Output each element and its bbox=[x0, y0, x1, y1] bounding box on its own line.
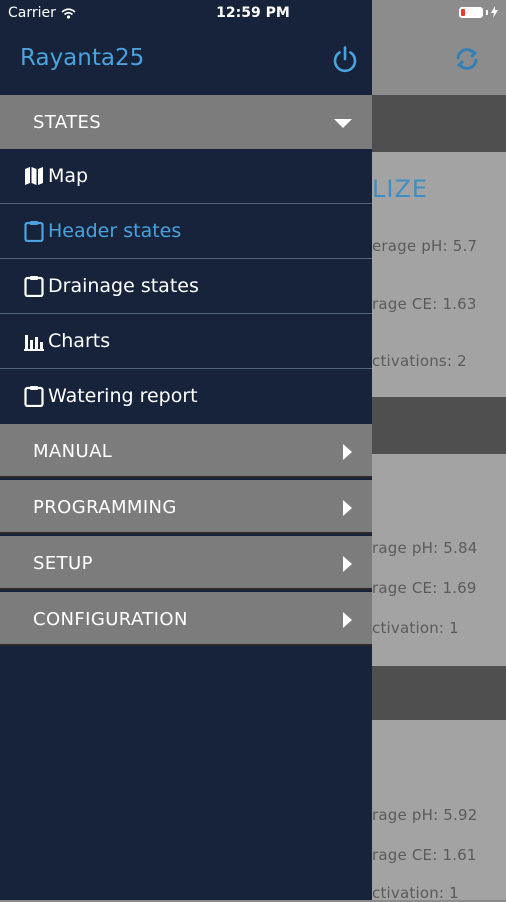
menu-item-header-states[interactable]: Header states bbox=[0, 204, 372, 259]
clipboard-icon bbox=[24, 276, 44, 297]
menu-item-map[interactable]: Map bbox=[0, 149, 372, 204]
menu-item-label: Watering report bbox=[48, 385, 198, 407]
section-configuration[interactable]: CONFIGURATION bbox=[0, 592, 372, 646]
section-band bbox=[372, 397, 506, 454]
section-label: STATES bbox=[33, 112, 102, 133]
charging-bolt-icon bbox=[491, 6, 498, 18]
section-band bbox=[372, 666, 506, 720]
chevron-right-icon bbox=[343, 500, 352, 516]
card-title: LIZE bbox=[372, 175, 429, 203]
section-label: PROGRAMMING bbox=[33, 497, 177, 518]
average-ph-text: erage pH: 5.7 bbox=[372, 237, 478, 255]
chevron-right-icon bbox=[343, 556, 352, 572]
section-label: MANUAL bbox=[33, 441, 113, 462]
clipboard-icon bbox=[24, 221, 44, 242]
menu-item-label: Charts bbox=[48, 330, 111, 352]
menu-item-charts[interactable]: Charts bbox=[0, 314, 372, 369]
menu-item-drainage-states[interactable]: Drainage states bbox=[0, 259, 372, 314]
menu-item-label: Map bbox=[48, 165, 89, 187]
menu-item-watering-report[interactable]: Watering report bbox=[0, 369, 372, 424]
section-setup[interactable]: SETUP bbox=[0, 536, 372, 590]
average-ce-text: rage CE: 1.61 bbox=[372, 846, 477, 864]
clipboard-icon bbox=[24, 386, 44, 407]
power-icon[interactable] bbox=[330, 44, 360, 74]
navigation-drawer: Rayanta25 STATES Map Header states Drain… bbox=[0, 0, 372, 900]
section-label: SETUP bbox=[33, 553, 93, 574]
activations-text: ctivation: 1 bbox=[372, 884, 459, 902]
refresh-icon[interactable] bbox=[452, 44, 482, 74]
status-bar: Carrier 12:59 PM bbox=[0, 0, 506, 28]
section-band bbox=[372, 95, 506, 152]
menu-item-label: Header states bbox=[48, 220, 182, 242]
battery-indicator bbox=[459, 6, 498, 18]
map-icon bbox=[25, 167, 43, 185]
average-ph-text: rage pH: 5.92 bbox=[372, 806, 478, 824]
chevron-right-icon bbox=[343, 444, 352, 460]
section-states[interactable]: STATES bbox=[0, 95, 372, 149]
section-label: CONFIGURATION bbox=[33, 609, 188, 630]
activations-text: ctivation: 1 bbox=[372, 619, 459, 637]
menu-item-label: Drainage states bbox=[48, 275, 199, 297]
chevron-down-icon bbox=[334, 119, 352, 128]
section-manual[interactable]: MANUAL bbox=[0, 424, 372, 478]
activations-text: ctivations: 2 bbox=[372, 352, 467, 370]
status-time: 12:59 PM bbox=[216, 5, 290, 21]
battery-icon bbox=[459, 6, 483, 18]
average-ph-text: rage pH: 5.84 bbox=[372, 539, 478, 557]
chevron-right-icon bbox=[343, 612, 352, 628]
bar-chart-icon bbox=[24, 335, 44, 351]
app-title: Rayanta25 bbox=[20, 45, 145, 71]
average-ce-text: rage CE: 1.69 bbox=[372, 579, 477, 597]
section-programming[interactable]: PROGRAMMING bbox=[0, 480, 372, 534]
average-ce-text: rage CE: 1.63 bbox=[372, 295, 477, 313]
